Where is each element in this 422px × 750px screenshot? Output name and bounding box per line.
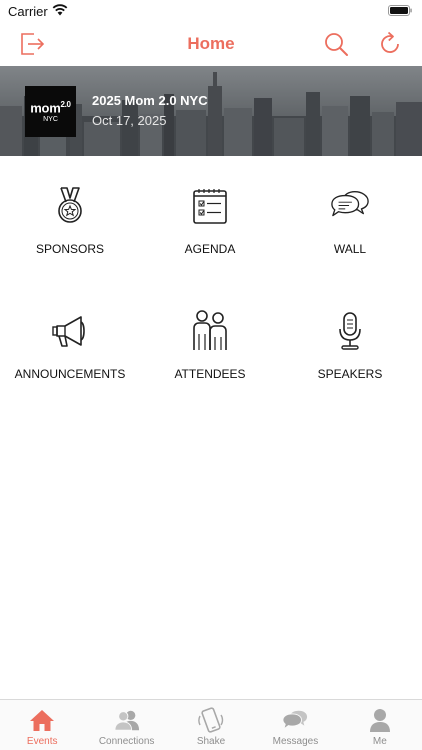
tab-me-label: Me (372, 736, 387, 747)
agenda-label: AGENDA (184, 242, 236, 256)
announcements-button[interactable]: ANNOUNCEMENTS (0, 311, 140, 421)
home-icon (29, 707, 55, 733)
wall-button[interactable]: WALL (280, 186, 420, 296)
event-date: Oct 17, 2025 (92, 113, 167, 128)
megaphone-icon (50, 311, 90, 351)
people-icon (190, 310, 230, 351)
speakers-button[interactable]: SPEAKERS (280, 311, 420, 421)
refresh-button[interactable] (374, 28, 406, 60)
microphone-icon (330, 311, 370, 351)
tab-shake-label: Shake (196, 736, 226, 747)
sponsors-label: SPONSORS (35, 242, 104, 256)
event-logo-text: mom2.0 (30, 99, 71, 116)
tab-connections-label: Connections (98, 736, 155, 747)
wifi-icon (52, 4, 68, 16)
shake-phone-icon (198, 707, 224, 733)
tab-messages[interactable]: Messages (253, 700, 337, 750)
event-logo-sub: NYC (43, 116, 58, 124)
carrier-label: Carrier (8, 4, 48, 19)
attendees-button[interactable]: ATTENDEES (140, 310, 280, 421)
tab-messages-label: Messages (272, 736, 319, 747)
agenda-button[interactable]: AGENDA (140, 186, 280, 296)
chat-icon (282, 707, 308, 733)
tab-bar: Events Connections Shake Messages Me (0, 699, 422, 750)
checklist-calendar-icon (190, 186, 230, 226)
search-button[interactable] (320, 28, 352, 60)
announcements-label: ANNOUNCEMENTS (14, 367, 126, 381)
tab-connections[interactable]: Connections (84, 700, 168, 750)
sponsors-button[interactable]: SPONSORS (0, 186, 140, 296)
tab-shake[interactable]: Shake (169, 700, 253, 750)
tab-events[interactable]: Events (0, 700, 84, 750)
attendees-label: ATTENDEES (174, 367, 246, 381)
battery-icon (388, 5, 412, 16)
people-icon (114, 707, 140, 733)
event-banner[interactable]: mom2.0 NYC 2025 Mom 2.0 NYC Oct 17, 2025 (0, 66, 422, 156)
refresh-icon (381, 31, 399, 53)
status-bar: Carrier (0, 0, 422, 22)
wall-label: WALL (333, 242, 367, 256)
nav-bar: Home (0, 22, 422, 66)
tab-events-label: Events (26, 736, 58, 747)
tab-me[interactable]: Me (338, 700, 422, 750)
page-title: Home (187, 34, 235, 53)
event-name: 2025 Mom 2.0 NYC (92, 93, 208, 108)
chat-bubbles-icon (330, 186, 370, 226)
event-logo: mom2.0 NYC (25, 86, 76, 137)
medal-icon (50, 186, 90, 226)
search-icon (325, 33, 348, 56)
person-icon (367, 707, 393, 733)
speakers-label: SPEAKERS (317, 367, 383, 381)
